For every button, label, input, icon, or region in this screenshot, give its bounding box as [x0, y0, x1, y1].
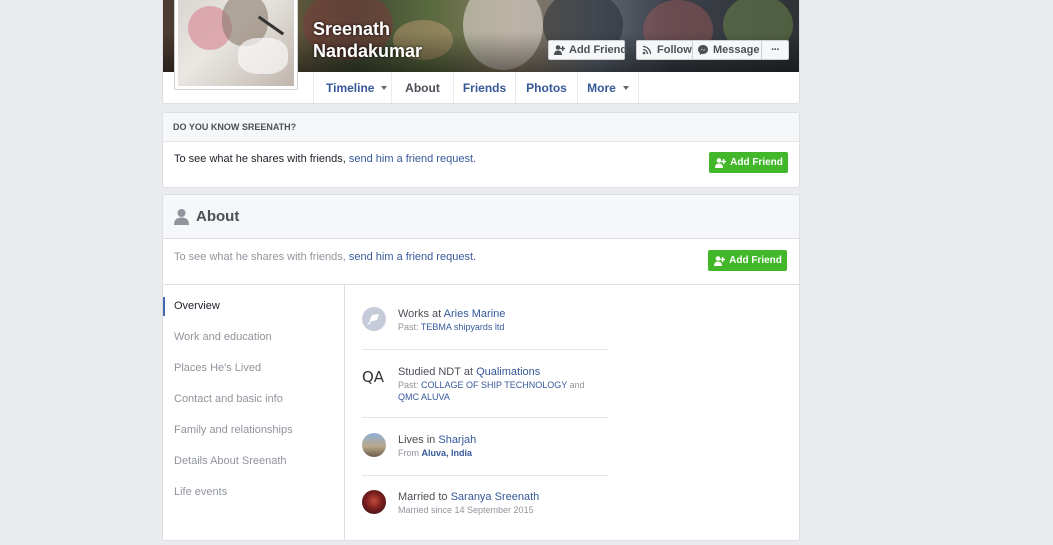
profile-cover-card: Sreenath Nandakumar Add Friend Follow Me… — [162, 0, 800, 104]
lives-prefix: Lives in — [398, 434, 439, 446]
about-friend-request-text: To see what he shares with friends, — [174, 251, 349, 263]
lives-from-link[interactable]: Aluva, India — [422, 448, 473, 458]
profile-tabs: Timeline About Friends Photos More — [313, 72, 639, 103]
about-body: Overview Work and education Places He's … — [163, 285, 799, 540]
tab-photos[interactable]: Photos — [515, 72, 577, 103]
add-friend-icon — [713, 255, 726, 267]
about-card: About To see what he shares with friends… — [162, 194, 800, 541]
nav-active-indicator — [163, 297, 165, 316]
work-past-prefix: Past: — [398, 322, 421, 332]
nav-work-and-education[interactable]: Work and education — [174, 331, 272, 343]
about-side-nav: Overview Work and education Places He's … — [163, 285, 345, 540]
education-past-link-2[interactable]: QMC ALUVA — [398, 392, 450, 402]
overview-divider — [362, 417, 608, 418]
lives-city-link[interactable]: Sharjah — [438, 434, 476, 446]
message-label: Message — [713, 44, 760, 56]
send-friend-request-link[interactable]: send him a friend request. — [349, 153, 476, 165]
nav-overview[interactable]: Overview — [174, 300, 220, 312]
work-prefix: Works at — [398, 308, 444, 320]
work-company-link[interactable]: Aries Marine — [444, 308, 506, 320]
add-friend-icon — [553, 44, 566, 56]
rss-icon — [641, 44, 653, 56]
profile-photo-image — [178, 0, 294, 86]
do-you-know-header: DO YOU KNOW SREENATH? — [163, 113, 799, 142]
tab-photos-label: Photos — [526, 80, 567, 95]
nav-places-lived[interactable]: Places He's Lived — [174, 362, 261, 374]
about-friend-request-row: To see what he shares with friends, send… — [163, 239, 799, 285]
profile-picture[interactable] — [174, 0, 298, 90]
nav-details-about[interactable]: Details About Sreenath — [174, 455, 287, 467]
briefcase-icon — [362, 307, 386, 331]
about-title: About — [196, 208, 240, 225]
cover-add-friend-label: Add Friend — [569, 44, 628, 56]
tab-more-label: More — [587, 80, 616, 95]
tab-more[interactable]: More — [577, 72, 639, 103]
location-photo-icon — [362, 433, 386, 457]
friend-request-message: To see what he shares with friends, send… — [174, 153, 476, 165]
tab-about[interactable]: About — [391, 72, 453, 103]
tab-friends-label: Friends — [462, 80, 507, 95]
education-school-link[interactable]: Qualimations — [476, 366, 540, 378]
about-header: About — [163, 195, 799, 239]
tab-about-label: About — [405, 80, 440, 95]
nav-family-relationships[interactable]: Family and relationships — [174, 424, 293, 436]
chevron-down-icon — [622, 85, 629, 90]
profile-name-last: Nandakumar — [313, 41, 423, 61]
add-friend-button[interactable]: Add Friend — [709, 152, 788, 173]
tab-timeline-label: Timeline — [326, 80, 375, 95]
tab-friends[interactable]: Friends — [453, 72, 515, 103]
messenger-icon — [697, 44, 709, 56]
profile-name[interactable]: Sreenath Nandakumar — [313, 18, 473, 62]
school-logo-icon: QA — [362, 368, 385, 386]
lives-from-prefix: From — [398, 448, 422, 458]
profile-name-first: Sreenath — [313, 19, 391, 39]
overview-lives-item: Lives in Sharjah From Aluva, India — [362, 433, 608, 463]
tab-timeline[interactable]: Timeline — [313, 72, 391, 103]
work-past-link[interactable]: TEBMA shipyards ltd — [421, 322, 505, 332]
do-you-know-card: DO YOU KNOW SREENATH? To see what he sha… — [162, 112, 800, 188]
follow-button[interactable]: Follow — [636, 40, 693, 60]
overview-work-item: Works at Aries Marine Past: TEBMA shipya… — [362, 307, 608, 337]
more-options-label: ··· — [771, 44, 780, 56]
overview-education-item: QA Studied NDT at Qualimations Past: COL… — [362, 365, 608, 407]
overview-divider — [362, 475, 608, 476]
education-and: and — [567, 380, 585, 390]
friend-request-text: To see what he shares with friends, — [174, 153, 349, 165]
spouse-avatar[interactable] — [362, 490, 386, 514]
about-add-friend-label: Add Friend — [729, 255, 782, 266]
more-options-button[interactable]: ··· — [761, 40, 789, 60]
spouse-link[interactable]: Saranya Sreenath — [451, 491, 540, 503]
nav-life-events[interactable]: Life events — [174, 486, 227, 498]
follow-label: Follow — [657, 44, 692, 56]
married-prefix: Married to — [398, 491, 451, 503]
education-prefix: Studied NDT at — [398, 366, 477, 378]
add-friend-icon — [714, 157, 727, 169]
education-past-prefix: Past: — [398, 380, 422, 390]
married-since: Married since 14 September 2015 — [398, 505, 534, 515]
overview-married-item: Married to Saranya Sreenath Married sinc… — [362, 490, 608, 520]
add-friend-label: Add Friend — [730, 157, 783, 168]
overview-divider — [362, 349, 608, 350]
about-add-friend-button[interactable]: Add Friend — [708, 250, 787, 271]
nav-contact-info[interactable]: Contact and basic info — [174, 393, 283, 405]
cover-add-friend-button[interactable]: Add Friend — [548, 40, 628, 60]
person-icon — [173, 208, 190, 225]
about-send-friend-request-link[interactable]: send him a friend request. — [349, 251, 476, 263]
about-friend-request-message: To see what he shares with friends, send… — [174, 251, 476, 263]
education-past-link-1[interactable]: COLLAGE OF SHIP TECHNOLOGY — [421, 380, 567, 390]
message-button[interactable]: Message — [692, 40, 762, 60]
chevron-down-icon — [381, 85, 388, 90]
